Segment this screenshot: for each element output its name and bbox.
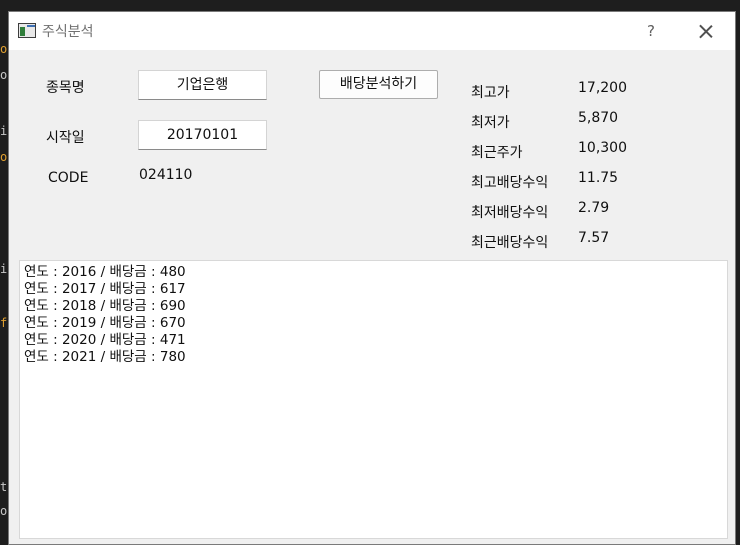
output-line: 연도 : 2016 / 배당금 : 480 xyxy=(24,264,186,280)
start-date-input[interactable]: 20170101 xyxy=(138,120,267,150)
code-label: CODE xyxy=(48,170,89,186)
close-icon[interactable] xyxy=(691,18,721,44)
background-editor: o o i o i f t o xyxy=(0,0,8,545)
output-line: 연도 : 2021 / 배당금 : 780 xyxy=(24,349,186,365)
stat-value-recent-yield: 7.57 xyxy=(578,230,610,246)
stat-label-recent-yield: 최근배당수익 xyxy=(471,235,549,251)
title-bar: 주식분석 ? xyxy=(9,12,735,50)
background-glyph: i xyxy=(0,124,8,138)
analyze-dividend-button[interactable]: 배당분석하기 xyxy=(319,70,438,99)
start-date-label: 시작일 xyxy=(46,130,85,146)
background-glyph: o xyxy=(0,504,8,518)
help-button[interactable]: ? xyxy=(637,20,665,42)
stat-value-high-yield: 11.75 xyxy=(578,170,619,186)
background-glyph: o xyxy=(0,42,8,56)
background-glyph: t xyxy=(0,480,8,494)
stat-value-high-price: 17,200 xyxy=(578,80,627,96)
stat-label-recent-price: 최근주가 xyxy=(471,145,523,161)
stat-label-high-yield: 최고배당수익 xyxy=(471,175,549,191)
output-line: 연도 : 2020 / 배당금 : 471 xyxy=(24,332,186,348)
dividend-output-textarea[interactable]: 연도 : 2016 / 배당금 : 480 연도 : 2017 / 배당금 : … xyxy=(19,260,728,539)
stat-value-recent-price: 10,300 xyxy=(578,140,627,156)
window-title: 주식분석 xyxy=(42,24,94,40)
code-value: 024110 xyxy=(139,167,193,183)
background-glyph: o xyxy=(0,68,8,82)
stat-label-low-yield: 최저배당수익 xyxy=(471,205,549,221)
dividend-analysis-dialog: 주식분석 ? 종목명 기업은행 시작일 20170101 CODE 024110… xyxy=(8,11,736,545)
stat-label-low-price: 최저가 xyxy=(471,115,510,131)
background-glyph: f xyxy=(0,316,8,330)
background-glyph: i xyxy=(0,262,8,276)
stat-value-low-yield: 2.79 xyxy=(578,200,610,216)
stat-value-low-price: 5,870 xyxy=(578,110,619,126)
app-icon xyxy=(18,23,36,38)
output-line: 연도 : 2018 / 배당금 : 690 xyxy=(24,298,186,314)
output-line: 연도 : 2019 / 배당금 : 670 xyxy=(24,315,186,331)
stock-name-input[interactable]: 기업은행 xyxy=(138,70,267,100)
output-line: 연도 : 2017 / 배당금 : 617 xyxy=(24,281,186,297)
stat-label-high-price: 최고가 xyxy=(471,85,510,101)
background-glyph: o xyxy=(0,150,8,164)
stock-name-label: 종목명 xyxy=(46,80,85,96)
